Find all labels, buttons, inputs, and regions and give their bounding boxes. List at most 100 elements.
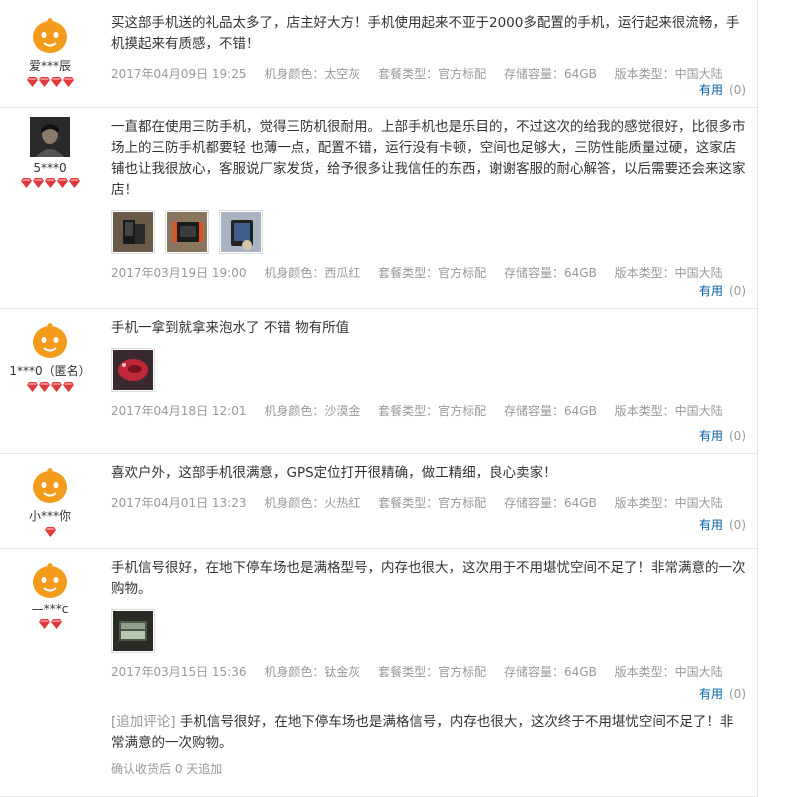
useful-count: (0): [729, 687, 746, 701]
useful-button[interactable]: 有用: [699, 687, 723, 701]
product-package: 套餐类型：官方标配: [378, 496, 487, 510]
useful-vote: 有用 (0): [699, 427, 746, 444]
useful-count: (0): [729, 83, 746, 97]
review-item: 小***你 喜欢户外，这部手机很满意，GPS定位打开很精确，做工精细，良心卖家！…: [0, 454, 758, 549]
useful-vote: 有用 (0): [699, 81, 746, 98]
diamond-icon: [56, 178, 68, 188]
review-item: 1***0（匿名） 手机一拿到就拿来泡水了 不错 物有所值 2017年04月18…: [0, 309, 758, 454]
product-storage: 存储容量：64GB: [504, 496, 597, 510]
useful-vote: 有用 (0): [699, 282, 746, 299]
review-item: 5***0 一直都在使用三防手机，觉得三防机很耐用。上部手机也是乐目的，不过这次…: [0, 108, 758, 309]
product-version: 版本类型：中国大陆: [614, 665, 723, 679]
product-version: 版本类型：中国大陆: [614, 266, 723, 280]
review-image-thumb[interactable]: [111, 348, 155, 392]
product-color: 机身颜色：西瓜红: [264, 266, 361, 280]
diamond-icon: [20, 178, 32, 188]
user-level-diamonds: [0, 382, 100, 394]
review-date: 2017年04月01日 13:23: [111, 496, 247, 510]
review-user: 爱***辰: [0, 13, 100, 89]
avatar[interactable]: [30, 13, 70, 53]
useful-button[interactable]: 有用: [699, 83, 723, 97]
product-package: 套餐类型：官方标配: [378, 67, 487, 81]
diamond-icon: [50, 382, 62, 392]
diamond-icon: [50, 77, 62, 87]
scrollbar-track[interactable]: [757, 0, 786, 797]
user-level-diamonds: [0, 178, 100, 190]
product-package: 套餐类型：官方标配: [378, 665, 487, 679]
append-time: 确认收货后 0 天追加: [111, 762, 223, 776]
review-meta: 2017年04月18日 12:01 机身颜色：沙漠金 套餐类型：官方标配 存储容…: [111, 402, 746, 419]
avatar[interactable]: [30, 117, 70, 157]
product-color: 机身颜色：火热红: [264, 496, 361, 510]
product-storage: 存储容量：64GB: [504, 665, 597, 679]
review-date: 2017年04月18日 12:01: [111, 404, 247, 418]
review-user: 5***0: [0, 117, 100, 190]
useful-button[interactable]: 有用: [699, 518, 723, 532]
user-level-diamonds: [0, 77, 100, 89]
review-list: 爱***辰 买这部手机送的礼品太多了，店主好大方！手机使用起来不亚于2000多配…: [0, 0, 758, 797]
product-color: 机身颜色：钛金灰: [264, 665, 361, 679]
product-storage: 存储容量：64GB: [504, 67, 597, 81]
user-nickname: 爱***辰: [28, 59, 71, 73]
review-date: 2017年03月15日 15:36: [111, 665, 247, 679]
product-version: 版本类型：中国大陆: [614, 67, 723, 81]
diamond-icon: [26, 77, 38, 87]
product-color: 机身颜色：沙漠金: [264, 404, 361, 418]
review-user: —***c: [0, 558, 100, 631]
review-item: —***c 手机信号很好，在地下停车场也是满格型号，内存也很大，这次用于不用堪忧…: [0, 549, 758, 797]
append-review: [追加评论] 手机信号很好，在地下停车场也是满格信号，内存也很大，这次终于不用堪…: [111, 712, 746, 777]
review-meta: 2017年03月19日 19:00 机身颜色：西瓜红 套餐类型：官方标配 存储容…: [111, 264, 746, 281]
product-color: 机身颜色：太空灰: [264, 67, 361, 81]
useful-vote: 有用 (0): [699, 685, 746, 702]
review-text: 手机信号很好，在地下停车场也是满格型号，内存也很大，这次用于不用堪忧空间不足了！…: [111, 560, 746, 597]
product-version: 版本类型：中国大陆: [614, 496, 723, 510]
review-image-thumb[interactable]: [165, 210, 209, 254]
user-level-diamonds: [0, 527, 100, 539]
useful-button[interactable]: 有用: [699, 284, 723, 298]
review-image-thumb[interactable]: [111, 210, 155, 254]
avatar[interactable]: [30, 558, 70, 598]
avatar[interactable]: [30, 318, 70, 358]
user-nickname: 1***0（匿名）: [9, 364, 91, 378]
product-package: 套餐类型：官方标配: [378, 266, 487, 280]
review-image-thumb[interactable]: [111, 609, 155, 653]
useful-count: (0): [729, 518, 746, 532]
review-meta: 2017年04月09日 19:25 机身颜色：太空灰 套餐类型：官方标配 存储容…: [111, 65, 746, 82]
user-nickname: 小***你: [28, 509, 71, 523]
review-date: 2017年03月19日 19:00: [111, 266, 247, 280]
diamond-icon: [44, 527, 56, 537]
review-image-thumb[interactable]: [219, 210, 263, 254]
review-images: [111, 609, 746, 653]
review-meta: 2017年04月01日 13:23 机身颜色：火热红 套餐类型：官方标配 存储容…: [111, 494, 746, 511]
useful-count: (0): [729, 284, 746, 298]
product-version: 版本类型：中国大陆: [614, 404, 723, 418]
diamond-icon: [68, 178, 80, 188]
diamond-icon: [62, 77, 74, 87]
avatar[interactable]: [30, 463, 70, 503]
review-item: 爱***辰 买这部手机送的礼品太多了，店主好大方！手机使用起来不亚于2000多配…: [0, 0, 758, 108]
review-images: [111, 348, 746, 392]
user-nickname: 5***0: [33, 161, 67, 175]
review-text: 一直都在使用三防手机，觉得三防机很耐用。上部手机也是乐目的，不过这次的给我的感觉…: [111, 119, 746, 198]
diamond-icon: [50, 619, 62, 629]
useful-count: (0): [729, 429, 746, 443]
review-date: 2017年04月09日 19:25: [111, 67, 247, 81]
product-storage: 存储容量：64GB: [504, 404, 597, 418]
review-user: 1***0（匿名）: [0, 318, 100, 394]
user-nickname: —***c: [31, 602, 69, 616]
review-text: 买这部手机送的礼品太多了，店主好大方！手机使用起来不亚于2000多配置的手机，运…: [111, 15, 740, 52]
review-user: 小***你: [0, 463, 100, 539]
product-storage: 存储容量：64GB: [504, 266, 597, 280]
useful-button[interactable]: 有用: [699, 429, 723, 443]
append-tag: [追加评论]: [111, 714, 176, 730]
append-text: 手机信号很好，在地下停车场也是满格信号，内存也很大，这次终于不用堪忧空间不足了！…: [111, 714, 734, 751]
diamond-icon: [38, 77, 50, 87]
diamond-icon: [26, 382, 38, 392]
diamond-icon: [38, 619, 50, 629]
product-package: 套餐类型：官方标配: [378, 404, 487, 418]
user-level-diamonds: [0, 619, 100, 631]
diamond-icon: [38, 382, 50, 392]
review-images: [111, 210, 746, 254]
review-text: 喜欢户外，这部手机很满意，GPS定位打开很精确，做工精细，良心卖家！: [111, 465, 557, 481]
diamond-icon: [62, 382, 74, 392]
